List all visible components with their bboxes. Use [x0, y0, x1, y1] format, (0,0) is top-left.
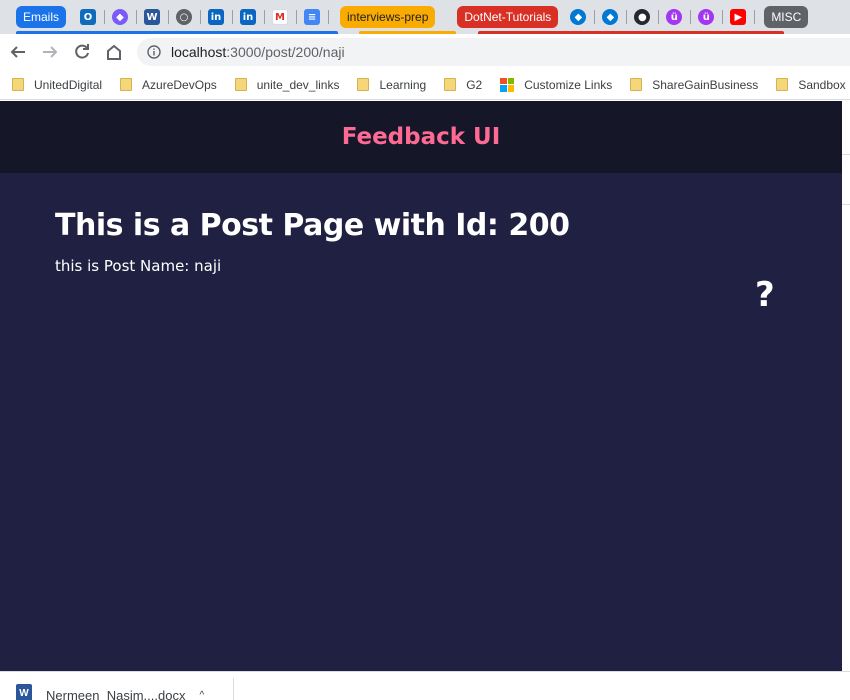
github-icon: ●: [634, 9, 651, 25]
udemy-icon: ü: [666, 9, 683, 25]
word-icon: W: [144, 9, 161, 25]
home-button[interactable]: [100, 38, 128, 66]
divider: [842, 204, 850, 205]
bookmark-label: ShareGainBusiness: [652, 77, 759, 92]
bookmark-unite-dev-links[interactable]: unite_dev_links: [234, 77, 340, 92]
chevron-up-icon[interactable]: ^: [199, 690, 204, 700]
globe-icon: ○: [176, 9, 193, 25]
bookmark-g2[interactable]: G2: [444, 78, 482, 92]
tab-linkedin-1[interactable]: in: [204, 5, 234, 29]
tab-group-misc[interactable]: MISC: [764, 6, 809, 28]
download-file-name[interactable]: Nermeen_Nasim....docx: [46, 688, 185, 700]
bookmark-sharegainbusiness[interactable]: ShareGainBusiness: [630, 78, 758, 92]
bookmark-label: Sandbox: [798, 77, 846, 92]
tab-docs[interactable]: ≡: [300, 5, 330, 29]
folder-icon: [12, 78, 24, 91]
tab-linkedin-2[interactable]: in: [236, 5, 266, 29]
bookmark-label: G2: [466, 77, 483, 92]
tab-udemy-2[interactable]: ü: [694, 5, 724, 29]
loop-icon: ◆: [112, 9, 129, 25]
azure-icon: ◆: [570, 9, 587, 25]
divider: [842, 154, 850, 155]
tab-group-interviews-prep[interactable]: interviews-prep: [340, 6, 436, 28]
page-viewport: Feedback UI This is a Post Page with Id:…: [0, 101, 842, 671]
bookmark-uniteddigital[interactable]: UnitedDigital: [12, 78, 102, 92]
bookmark-learning[interactable]: Learning: [357, 78, 426, 92]
about-question-link[interactable]: ?: [755, 275, 775, 315]
post-title: This is a Post Page with Id: 200: [55, 208, 570, 243]
url-text[interactable]: localhost:3000/post/200/naji: [171, 44, 345, 60]
azure-icon: ◆: [602, 9, 619, 25]
linkedin-icon: in: [208, 9, 225, 25]
udemy-icon: ü: [698, 9, 715, 25]
outlook-icon: O: [80, 9, 97, 25]
tab-udemy-1[interactable]: ü: [662, 5, 692, 29]
gmail-icon: M: [272, 9, 289, 25]
bookmarks-bar: UnitedDigital AzureDevOps unite_dev_link…: [0, 70, 850, 100]
folder-icon: [234, 78, 247, 91]
app-header: Feedback UI: [0, 101, 842, 173]
tab-group-emails[interactable]: Emails: [16, 6, 67, 28]
tab-group-dotnet-tutorials[interactable]: DotNet-Tutorials: [457, 6, 559, 28]
bookmark-label: AzureDevOps: [142, 77, 217, 92]
reload-button[interactable]: [68, 38, 96, 66]
bookmark-label: UnitedDigital: [34, 77, 103, 92]
post-name: this is Post Name: naji: [55, 257, 222, 275]
divider: [233, 678, 234, 700]
back-arrow-icon: [10, 46, 25, 58]
folder-icon: [120, 78, 133, 91]
browser-toolbar: localhost:3000/post/200/naji: [0, 34, 850, 70]
folder-icon: [776, 78, 789, 91]
tab-gmail[interactable]: M: [268, 5, 298, 29]
tab-azure-2[interactable]: ◆: [598, 5, 628, 29]
tab-outlook[interactable]: O: [76, 5, 106, 29]
tab-github[interactable]: ●: [630, 5, 660, 29]
site-info-icon[interactable]: [147, 45, 161, 59]
folder-icon: [444, 78, 457, 91]
tab-youtube[interactable]: ▶: [726, 5, 756, 29]
bookmark-label: Customize Links: [524, 77, 613, 92]
forward-arrow-icon: [43, 46, 58, 58]
forward-button[interactable]: [36, 38, 64, 66]
folder-icon: [357, 78, 370, 91]
url-path: :3000/post/200/naji: [226, 44, 345, 60]
home-icon: [107, 44, 121, 60]
tab-loop[interactable]: ◆: [108, 5, 138, 29]
tab-azure-1[interactable]: ◆: [566, 5, 596, 29]
bookmark-label: Learning: [379, 77, 427, 92]
word-document-icon: W: [16, 684, 32, 700]
address-bar[interactable]: localhost:3000/post/200/naji: [137, 38, 850, 66]
url-host: localhost: [171, 44, 227, 60]
tab-strip: Emails O ◆ W ○ in in M ≡ interviews-prep…: [0, 0, 850, 34]
reload-icon: [75, 44, 89, 59]
download-shelf: W Nermeen_Nasim....docx ^: [0, 671, 850, 700]
back-button[interactable]: [4, 38, 32, 66]
app-title: Feedback UI: [341, 124, 501, 150]
bookmark-sandbox[interactable]: Sandbox: [776, 77, 846, 92]
microsoft-logo-icon: [500, 77, 515, 92]
bookmark-label: unite_dev_links: [256, 77, 340, 92]
side-panel-edge: [842, 101, 850, 671]
tab-word[interactable]: W: [140, 5, 170, 29]
youtube-icon: ▶: [730, 9, 747, 25]
docs-icon: ≡: [304, 9, 321, 25]
linkedin-icon: in: [240, 9, 257, 25]
folder-icon: [630, 78, 643, 91]
tab-globe[interactable]: ○: [172, 5, 202, 29]
bookmark-azuredevops[interactable]: AzureDevOps: [120, 78, 217, 92]
bookmark-customize-links[interactable]: Customize Links: [500, 77, 613, 92]
